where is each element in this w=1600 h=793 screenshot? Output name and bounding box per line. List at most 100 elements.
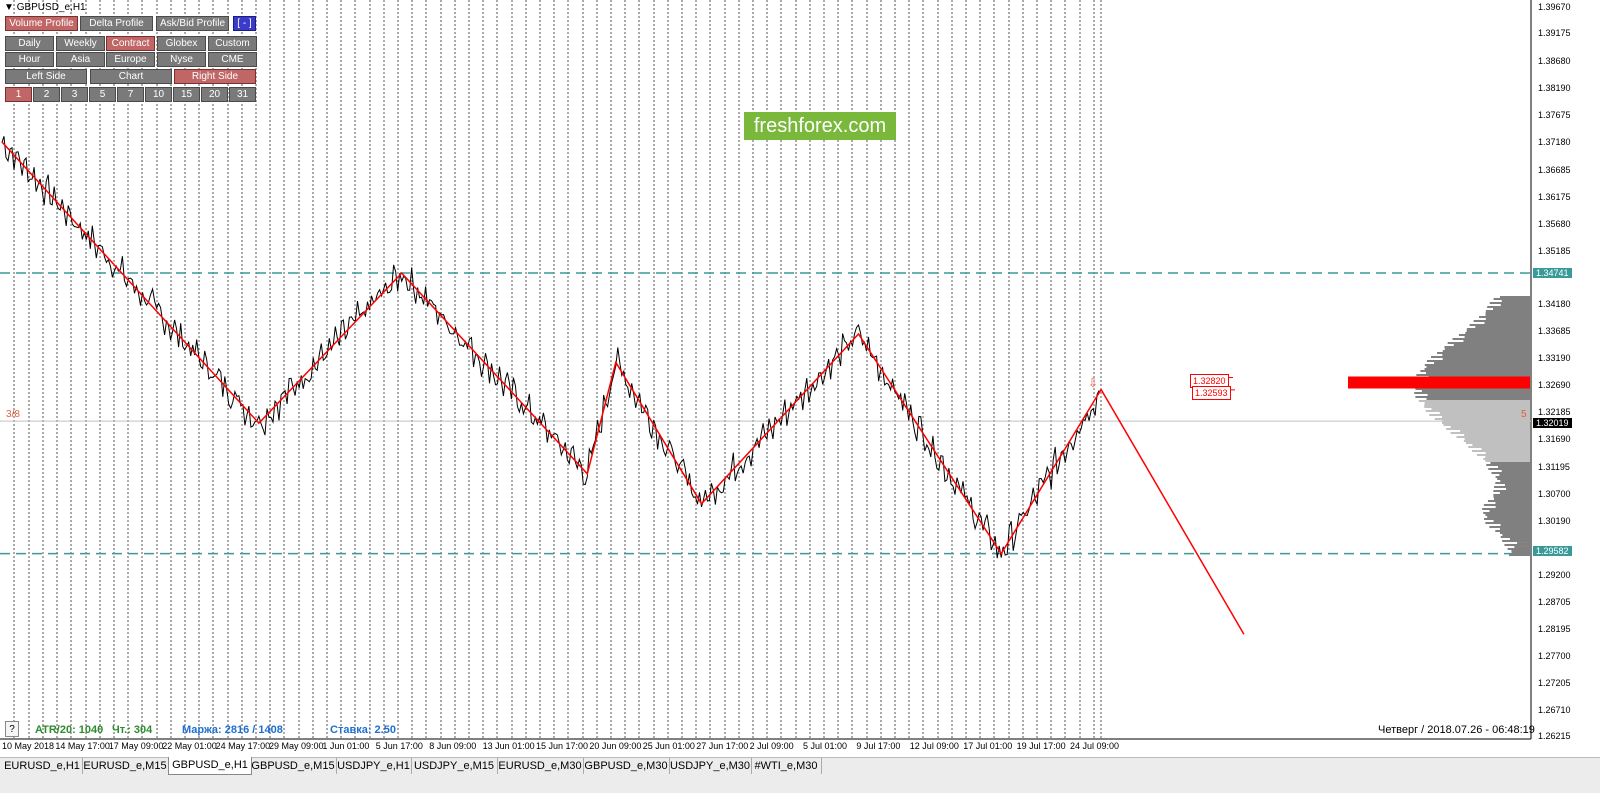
price-axis-label: 1.39175 [1538,28,1571,38]
panel-button-left-side[interactable]: Left Side [5,69,87,84]
panel-button-right-side[interactable]: Right Side [174,69,256,84]
time-axis-label: 8 Jun 09:00 [429,741,477,751]
price-axis-label: 1.35680 [1538,219,1571,229]
chart-tab[interactable]: GBPUSD_e,M30 [583,758,670,774]
help-button[interactable]: ? [5,721,19,737]
price-axis-label: 1.26215 [1538,731,1571,741]
price-axis-label: 1.36685 [1538,165,1571,175]
time-axis-label: 25 Jun 01:00 [642,741,695,751]
time-axis-label: 17 Jul 01:00 [963,741,1013,751]
panel-button-daily[interactable]: Daily [5,36,54,51]
panel-button-ask-bid-profile[interactable]: Ask/Bid Profile [156,16,229,31]
chart-tab[interactable]: USDJPY_e,H1 [336,758,412,774]
time-axis-label: 29 May 09:00 [269,741,324,751]
price-axis-label: 1.32690 [1538,380,1571,390]
price-axis-label: 1.31690 [1538,434,1571,444]
time-axis-label: 5 Jul 01:00 [803,741,848,751]
time-axis-label: 13 Jun 01:00 [482,741,535,751]
chart-tab[interactable]: #WTI_e,M30 [751,758,822,774]
price-axis-label: 1.27205 [1538,678,1571,688]
chart-tab[interactable]: EURUSD_e,M30 [497,758,584,774]
time-axis-label: 24 May 17:00 [215,741,271,751]
time-axis-label: 1 Jun 01:00 [322,741,370,751]
time-axis-label: 22 May 01:00 [162,741,217,751]
price-axis-label: 1.28705 [1538,597,1571,607]
panel-button-delta-profile[interactable]: Delta Profile [80,16,153,31]
atr-readout: ATR/20: 1040 [35,724,104,736]
panel-button-chart[interactable]: Chart [90,69,172,84]
sell-arrow-icon: ⇩ [1088,376,1099,390]
price-axis-label: 1.37675 [1538,110,1571,120]
panel-button-asia[interactable]: Asia [56,52,105,67]
price-series-line [1,136,1100,559]
panel-button-volume-profile[interactable]: Volume Profile [5,16,78,31]
panel-button-weekly[interactable]: Weekly [56,36,105,51]
time-axis-label: 10 May 2018 [2,741,55,751]
price-axis-label: 1.28195 [1538,624,1571,634]
price-axis-label: 1.39670 [1538,2,1571,12]
price-axis-label: 1.33685 [1538,326,1571,336]
panel-button-[interactable]: [ - ] [233,16,256,31]
time-axis-label: 2 Jul 09:00 [749,741,794,751]
panel-button-cme[interactable]: CME [208,52,257,67]
panel-button-globex[interactable]: Globex [157,36,206,51]
panel-button-contract[interactable]: Contract [106,36,155,51]
panel-button-10[interactable]: 10 [145,87,172,102]
chart-tabs: EURUSD_e,H1 EURUSD_e,M15 GBPUSD_e,H1 GBPUSD… [0,757,1600,793]
server-datetime: Четверг / 2018.07.26 - 06:48:19 [1378,724,1535,736]
price-axis-label: 1.32019 [1533,418,1572,428]
chart-tab[interactable]: USDJPY_e,M15 [411,758,498,774]
price-axis-label: 1.36175 [1538,192,1571,202]
time-axis-label: 17 May 09:00 [108,741,164,751]
time-axis-label: 12 Jul 09:00 [909,741,959,751]
time-axis-label: 20 Jun 09:00 [589,741,642,751]
panel-button-europe[interactable]: Europe [106,52,155,67]
price-axis-label: 1.34741 [1533,268,1572,278]
price-axis-label: 1.33190 [1538,353,1571,363]
price-axis-label: 1.31195 [1538,462,1570,472]
chart-tab[interactable]: GBPUSD_e,H1 [168,757,252,775]
freshforex-watermark: freshforex.com [744,112,896,140]
price-axis-label: 1.32185 [1538,407,1571,417]
price-axis-label: 1.29582 [1533,546,1572,556]
chart-tab[interactable]: EURUSD_e,M15 [82,758,169,774]
time-axis-label: 15 Jun 17:00 [536,741,589,751]
time-axis-label: 19 Jul 17:00 [1016,741,1066,751]
margin-readout: Маржа: 2816 / 1408 [182,724,283,736]
panel-button-1[interactable]: 1 [5,87,32,102]
chart-tab[interactable]: GBPUSD_e,M15 [250,758,337,774]
panel-button-custom[interactable]: Custom [208,36,257,51]
time-axis-label: 27 Jun 17:00 [696,741,749,751]
price-axis-label: 1.30700 [1538,489,1571,499]
time-axis-label: 14 May 17:00 [55,741,110,751]
price-axis-label: 1.27700 [1538,651,1571,661]
panel-button-3[interactable]: 3 [61,87,88,102]
panel-button-5[interactable]: 5 [89,87,116,102]
level-tag-lower: 1.32593 [1192,386,1231,400]
zigzag-pattern-line [1,141,1245,635]
ticks-readout: Чт.: 304 [112,724,153,736]
price-axis-label: 1.38190 [1538,83,1571,93]
price-axis-label: 1.26710 [1538,705,1571,715]
panel-button-hour[interactable]: Hour [5,52,54,67]
panel-button-15[interactable]: 15 [173,87,200,102]
price-axis-label: 1.34180 [1538,299,1571,309]
chart-tab[interactable]: EURUSD_e,H1 [2,758,83,774]
rate-readout: Ставка: 2.50 [330,724,396,736]
price-axis-label: 1.35185 [1538,246,1571,256]
panel-button-nyse[interactable]: Nyse [157,52,206,67]
panel-button-20[interactable]: 20 [201,87,228,102]
symbol-title: ▼ GBPUSD_e,H1 [4,2,86,13]
price-axis-label: 1.38680 [1538,56,1571,66]
fraction-right-label: 5 [1521,409,1527,420]
price-axis-label: 1.29200 [1538,570,1571,580]
panel-button-31[interactable]: 31 [229,87,256,102]
panel-button-2[interactable]: 2 [33,87,60,102]
price-axis-label: 1.30190 [1538,516,1571,526]
panel-button-7[interactable]: 7 [117,87,144,102]
fraction-left-label: 3/8 [6,409,20,420]
time-axis-label: 9 Jul 17:00 [856,741,901,751]
time-axis-label: 24 Jul 09:00 [1070,741,1120,751]
chart-tab[interactable]: USDJPY_e,M30 [669,758,752,774]
time-axis-label: 5 Jun 17:00 [375,741,423,751]
